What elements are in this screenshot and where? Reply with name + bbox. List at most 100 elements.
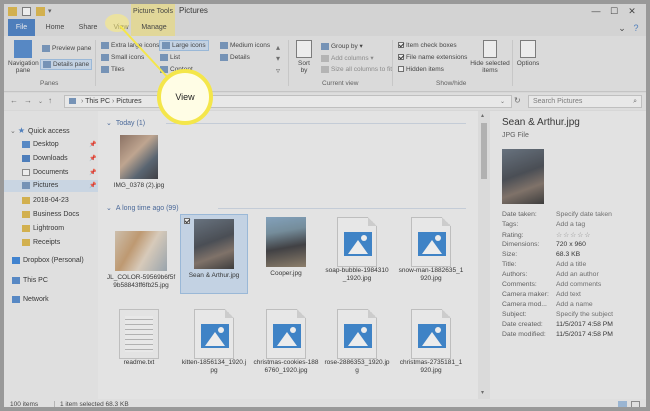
tab-file[interactable]: File — [8, 19, 35, 36]
rating-stars[interactable]: ☆☆☆☆☆ — [556, 232, 591, 239]
file-item[interactable]: soap-bubble-1984310_1920.jpg — [324, 217, 390, 283]
group-header-today[interactable]: ⌄ Today (1) — [106, 119, 145, 127]
image-file-icon — [411, 217, 451, 267]
file-item[interactable]: Cooper.jpg — [253, 217, 319, 278]
add-columns-button[interactable]: Add columns ▾ — [321, 54, 374, 62]
recent-locations-icon[interactable]: ⌄ — [38, 98, 43, 105]
navigation-pane-button[interactable]: Navigation pane — [8, 40, 39, 74]
item-check-boxes-label: Item check boxes — [406, 42, 457, 49]
file-item[interactable]: readme.txt — [106, 309, 172, 367]
forward-arrow-icon[interactable]: → — [24, 96, 32, 105]
details-view-icon[interactable] — [618, 401, 627, 407]
tab-share[interactable]: Share — [74, 19, 102, 36]
nav-dropbox[interactable]: Dropbox (Personal) — [12, 255, 84, 267]
nav-downloads[interactable]: Downloads — [22, 153, 68, 165]
large-icons-option[interactable]: Large icons — [159, 39, 209, 52]
file-item-selected[interactable]: Sean & Arthur.jpg — [180, 214, 248, 294]
group-header-long-ago[interactable]: ⌄ A long time ago (99) — [106, 204, 179, 212]
nav-pictures[interactable]: Pictures — [4, 180, 98, 192]
refresh-icon[interactable]: ↻ — [514, 96, 521, 105]
scroll-down-icon[interactable]: ▾ — [481, 389, 484, 396]
nav-documents[interactable]: Documents — [22, 167, 68, 179]
group-by-button[interactable]: Group by ▾ — [321, 42, 363, 50]
tab-home[interactable]: Home — [42, 19, 68, 36]
prop-value[interactable]: Add a tag — [556, 221, 585, 228]
options-button[interactable]: Options — [516, 40, 540, 67]
pin-icon[interactable]: 📌 — [89, 169, 96, 176]
tab-manage[interactable]: Manage — [137, 19, 171, 36]
prop-label: Rating: — [502, 232, 524, 239]
back-arrow-icon[interactable]: ← — [10, 96, 18, 105]
search-input[interactable]: Search Pictures ⌕ — [528, 95, 642, 108]
pin-icon[interactable]: 📌 — [89, 141, 96, 148]
layout-scroll-up-icon[interactable]: ▴ — [276, 43, 280, 52]
hide-selected-items-button[interactable]: Hide selected items — [468, 40, 512, 74]
file-item[interactable]: snow-man-1882635_1920.jpg — [398, 217, 464, 283]
preview-pane-button[interactable]: Preview pane — [42, 45, 91, 52]
nav-folder-2018-04-23[interactable]: 2018-04-23 — [22, 195, 69, 207]
list-option[interactable]: List — [160, 54, 180, 61]
nav-folder-receipts[interactable]: Receipts — [22, 237, 60, 249]
chevron-down-icon[interactable]: ▾ — [48, 7, 57, 16]
prop-size: Size: 68.3 KB — [502, 251, 580, 258]
nav-folder-business-docs[interactable]: Business Docs — [22, 209, 79, 221]
pictures-folder-icon — [69, 98, 76, 105]
scroll-thumb[interactable] — [481, 123, 487, 179]
medium-icons-option[interactable]: Medium icons — [220, 42, 270, 49]
group-by-label: Group by — [331, 43, 358, 50]
minimize-button[interactable]: — — [590, 5, 602, 17]
close-button[interactable]: ✕ — [626, 5, 638, 17]
extra-large-icons-label: Extra large icons — [111, 42, 160, 50]
prop-value[interactable]: Specify date taken — [556, 211, 612, 218]
nav-quick-access-label: Quick access — [28, 128, 70, 135]
file-item[interactable]: IMG_0378 (2).jpg — [106, 135, 172, 190]
pin-icon[interactable]: 📌 — [89, 182, 96, 189]
file-item[interactable]: christmas-2735181_1920.jpg — [398, 309, 464, 375]
nav-network[interactable]: Network — [12, 294, 49, 306]
file-name-extensions-checkbox[interactable]: File name extensions — [398, 54, 467, 61]
new-folder-icon[interactable] — [36, 7, 45, 16]
vertical-scrollbar[interactable]: ▴ ▾ — [478, 111, 490, 399]
help-icon[interactable]: ? — [630, 22, 642, 34]
nav-desktop[interactable]: Desktop — [22, 139, 59, 151]
hidden-items-checkbox[interactable]: Hidden items — [398, 66, 444, 73]
prop-value[interactable]: Add comments — [556, 281, 601, 288]
prop-value[interactable]: Add an author — [556, 271, 599, 278]
file-name: JL_COLOR-59569b6f5f9b58843ff6fb25.jpg — [106, 274, 176, 289]
prop-value[interactable]: Add a name — [556, 301, 593, 308]
prop-value[interactable]: Add text — [556, 291, 581, 298]
sort-by-button[interactable]: Sort by — [294, 40, 314, 74]
details-pane-button[interactable]: Details pane — [39, 58, 93, 71]
layout-scroll-down-icon[interactable]: ▾ — [276, 54, 280, 63]
pin-icon[interactable]: 📌 — [89, 155, 96, 162]
scroll-up-icon[interactable]: ▴ — [481, 112, 484, 119]
breadcrumb-this-pc[interactable]: This PC — [85, 98, 110, 105]
properties-icon[interactable] — [22, 7, 31, 16]
large-icons-view-icon[interactable] — [631, 401, 640, 407]
prop-value[interactable]: Add a title — [556, 261, 586, 268]
size-all-columns-button[interactable]: Size all columns to fit — [321, 66, 392, 73]
file-item[interactable]: christmas-cookies-1886760_1920.jpg — [253, 309, 319, 375]
details-option[interactable]: Details — [220, 54, 250, 61]
nav-quick-access[interactable]: ⌄ ★ Quick access — [10, 125, 70, 137]
content-icon — [160, 66, 168, 73]
maximize-button[interactable]: ☐ — [608, 5, 620, 17]
layout-expand-icon[interactable]: ▿ — [276, 66, 280, 75]
file-item[interactable]: JL_COLOR-59569b6f5f9b58843ff6fb25.jpg — [106, 231, 176, 290]
nav-this-pc[interactable]: This PC — [12, 275, 48, 287]
address-field[interactable]: › This PC › Pictures — [64, 95, 512, 108]
file-item[interactable]: kitten-1856134_1920.jpg — [181, 309, 247, 375]
small-icons-option[interactable]: Small icons — [101, 54, 144, 61]
selected-checkbox-icon[interactable] — [184, 218, 190, 224]
up-arrow-icon[interactable]: ↑ — [48, 96, 52, 105]
address-dropdown-icon[interactable]: ⌄ — [500, 98, 505, 105]
extra-large-icons-option[interactable]: Extra large icons — [101, 42, 159, 49]
folder-icon[interactable] — [8, 7, 17, 16]
tiles-option[interactable]: Tiles — [101, 66, 124, 73]
prop-value[interactable]: Specify the subject — [556, 311, 613, 318]
breadcrumb-pictures[interactable]: Pictures — [116, 98, 141, 105]
chevron-down-icon[interactable]: ⌄ — [616, 22, 628, 34]
nav-folder-lightroom[interactable]: Lightroom — [22, 223, 64, 235]
item-check-boxes-checkbox[interactable]: Item check boxes — [398, 42, 457, 49]
file-item[interactable]: rose-2886353_1920.jpg — [324, 309, 390, 375]
